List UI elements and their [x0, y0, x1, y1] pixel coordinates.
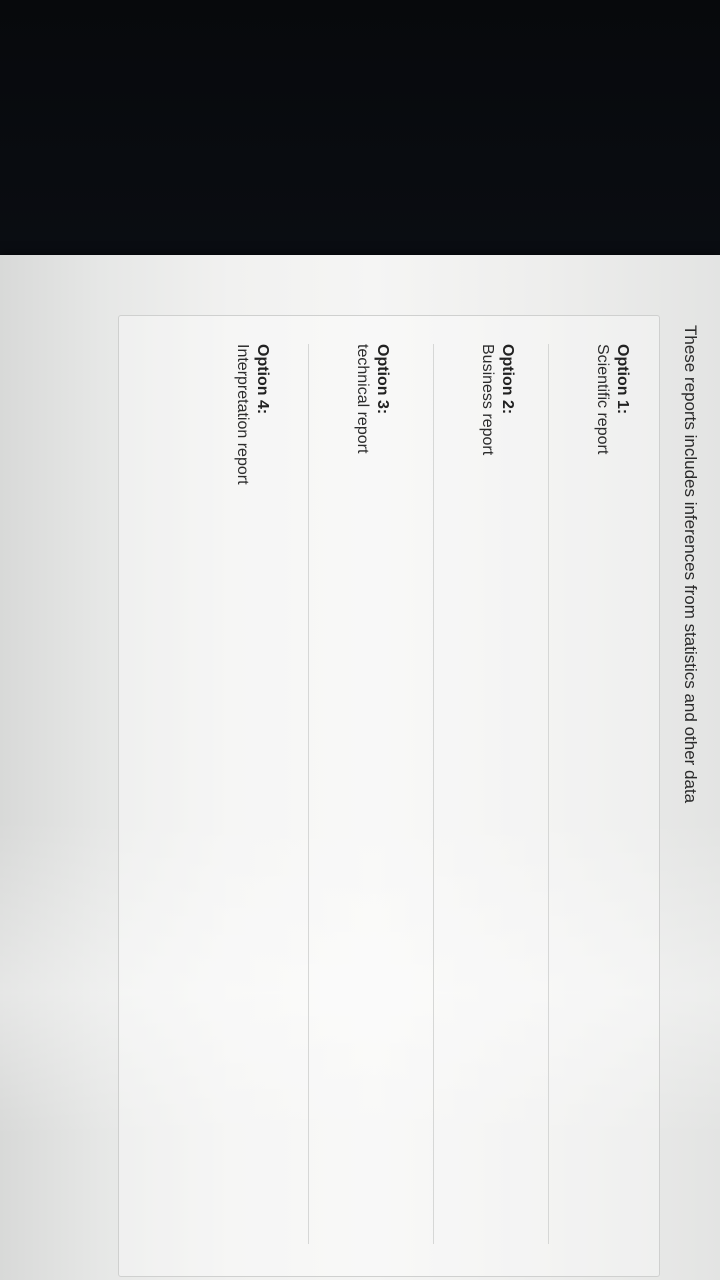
question-text: These reports includes inferences from s… [681, 325, 700, 804]
option-1-label: Option 1: [614, 344, 631, 415]
option-3-text: technical report [354, 344, 371, 454]
option-2-label: Option 2: [499, 344, 516, 415]
option-4[interactable]: Option 4: Interpretation report [189, 344, 299, 1244]
option-4-text: Interpretation report [234, 344, 251, 485]
option-3[interactable]: Option 3: technical report [308, 344, 419, 1244]
options-list: Option 1: Scientific report Option 2: Bu… [118, 315, 660, 1277]
question-panel: These reports includes inferences from s… [80, 305, 700, 1280]
option-4-label: Option 4: [254, 344, 271, 415]
option-2-text: Business report [479, 344, 496, 456]
option-1-text: Scientific report [594, 344, 611, 455]
option-1[interactable]: Option 1: Scientific report [548, 344, 659, 1244]
photo-frame: These reports includes inferences from s… [0, 0, 720, 1280]
option-3-label: Option 3: [374, 344, 391, 415]
option-2[interactable]: Option 2: Business report [433, 344, 544, 1244]
